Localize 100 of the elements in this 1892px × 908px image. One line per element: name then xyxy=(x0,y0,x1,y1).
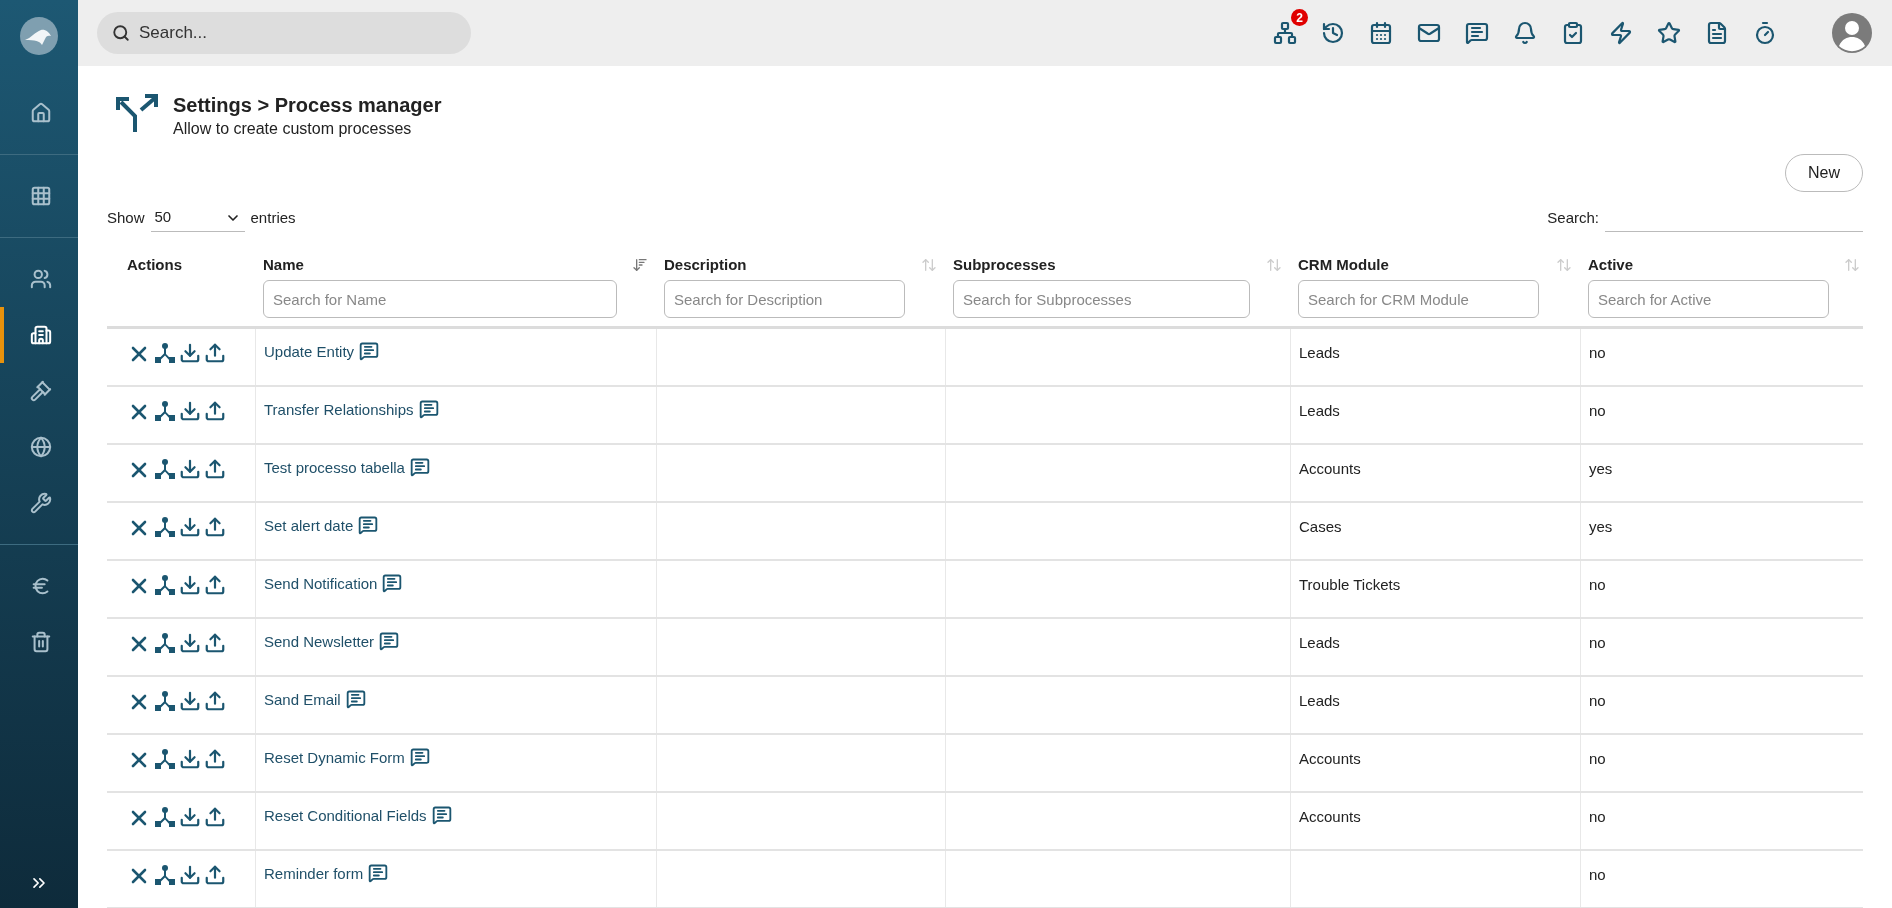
comment-icon[interactable] xyxy=(409,747,430,767)
process-name-link[interactable]: Sand Email xyxy=(264,689,341,712)
column-filter-field[interactable]: Search for Active xyxy=(1588,280,1829,318)
table-cell: Leads xyxy=(1299,402,1340,419)
table-cell: no xyxy=(1589,402,1606,419)
column-header[interactable]: Active xyxy=(1588,253,1634,277)
download-icon[interactable] xyxy=(179,632,201,654)
comment-icon[interactable] xyxy=(359,341,380,361)
globe-icon xyxy=(30,436,52,458)
process-name-link[interactable]: Reset Conditional Fields xyxy=(264,805,427,828)
branch-icon[interactable] xyxy=(154,342,176,364)
stopwatch-icon[interactable] xyxy=(1753,21,1777,45)
search-field[interactable]: Search... xyxy=(97,12,471,54)
column-filter-field[interactable]: Search for Name xyxy=(263,280,617,318)
download-icon[interactable] xyxy=(179,864,201,886)
process-name-link[interactable]: Send Notification xyxy=(264,573,378,596)
table-cell: Accounts xyxy=(1299,460,1361,477)
upload-icon[interactable] xyxy=(204,516,226,538)
wrench-icon xyxy=(30,492,52,514)
table-cell: no xyxy=(1589,866,1606,883)
comment-icon[interactable] xyxy=(382,573,403,593)
download-icon[interactable] xyxy=(179,748,201,770)
column-filter-field[interactable]: Search for CRM Module xyxy=(1298,280,1539,318)
upload-icon[interactable] xyxy=(204,690,226,712)
comment-icon[interactable] xyxy=(431,805,452,825)
process-name-link[interactable]: Test processo tabella xyxy=(264,457,405,480)
column-filter-field[interactable]: Search for Description xyxy=(664,280,905,318)
entries-label: entries xyxy=(250,207,296,228)
column-header: Actions xyxy=(127,254,182,275)
comment-icon[interactable] xyxy=(379,631,400,651)
table-cell: no xyxy=(1589,634,1606,651)
lightning-icon[interactable] xyxy=(1609,21,1633,45)
download-icon[interactable] xyxy=(179,516,201,538)
upload-icon[interactable] xyxy=(204,748,226,770)
table-cell: Leads xyxy=(1299,692,1340,709)
table-cell: no xyxy=(1589,750,1606,767)
process-name-link[interactable]: Send Newsletter xyxy=(264,631,375,654)
upload-icon[interactable] xyxy=(204,400,226,422)
process-name-link[interactable]: Transfer Relationships xyxy=(264,399,414,422)
column-filter-field[interactable]: Search for Subprocesses xyxy=(953,280,1250,318)
process-name-link[interactable]: Update Entity xyxy=(264,341,355,364)
download-icon[interactable] xyxy=(179,806,201,828)
table-cell: Accounts xyxy=(1299,808,1361,825)
comment-icon[interactable] xyxy=(409,457,430,477)
column-header[interactable]: Name xyxy=(263,253,304,277)
bell-icon[interactable] xyxy=(1513,21,1537,45)
table-cell: Leads xyxy=(1299,634,1340,651)
table-cell: Leads xyxy=(1299,344,1340,361)
comment-icon[interactable] xyxy=(418,399,439,419)
star-icon[interactable] xyxy=(1657,21,1681,45)
history-icon[interactable] xyxy=(1321,21,1345,45)
home-icon xyxy=(30,102,52,124)
branch-icon[interactable] xyxy=(154,516,176,538)
search-label: Search: xyxy=(1547,207,1599,228)
comment-icon[interactable] xyxy=(358,515,379,535)
calendar-icon[interactable] xyxy=(1369,21,1393,45)
clipboard-check-icon[interactable] xyxy=(1561,21,1585,45)
table-cell: no xyxy=(1589,576,1606,593)
branch-icon[interactable] xyxy=(154,458,176,480)
mail-icon[interactable] xyxy=(1417,21,1441,45)
branch-icon[interactable] xyxy=(154,748,176,770)
branch-icon[interactable] xyxy=(154,574,176,596)
process-name-link[interactable]: Set alert date xyxy=(264,515,354,538)
new-button[interactable]: New xyxy=(1785,154,1863,192)
table-cell: Cases xyxy=(1299,518,1342,535)
upload-icon[interactable] xyxy=(204,458,226,480)
chat-icon[interactable] xyxy=(1465,21,1489,45)
building-icon xyxy=(30,324,52,346)
download-icon[interactable] xyxy=(179,400,201,422)
process-name-link[interactable]: Reset Dynamic Form xyxy=(264,747,405,770)
column-header[interactable]: CRM Module xyxy=(1298,253,1389,277)
branch-icon[interactable] xyxy=(154,864,176,886)
hierarchy-icon[interactable] xyxy=(1273,21,1297,45)
document-icon[interactable] xyxy=(1705,21,1729,45)
page-subtitle: Allow to create custom processes xyxy=(173,119,413,139)
upload-icon[interactable] xyxy=(204,632,226,654)
upload-icon[interactable] xyxy=(204,342,226,364)
column-header[interactable]: Subprocesses xyxy=(953,253,1056,277)
page-title: Settings > Process manager xyxy=(173,93,442,118)
column-header[interactable]: Description xyxy=(664,253,747,277)
table-cell: no xyxy=(1589,692,1606,709)
sort-descending-icon[interactable] xyxy=(632,257,648,273)
branch-icon[interactable] xyxy=(154,400,176,422)
logo-icon[interactable] xyxy=(19,16,59,56)
upload-icon[interactable] xyxy=(204,864,226,886)
comment-icon[interactable] xyxy=(345,689,366,709)
process-name-link[interactable]: Reminder form xyxy=(264,863,364,886)
download-icon[interactable] xyxy=(179,690,201,712)
branch-icon[interactable] xyxy=(154,690,176,712)
table-cell: Trouble Tickets xyxy=(1299,576,1401,593)
branch-icon[interactable] xyxy=(154,632,176,654)
download-icon[interactable] xyxy=(179,458,201,480)
download-icon[interactable] xyxy=(179,342,201,364)
upload-icon[interactable] xyxy=(204,574,226,596)
avatar-icon[interactable] xyxy=(1832,13,1872,53)
comment-icon[interactable] xyxy=(368,863,389,883)
entries-select[interactable]: 50 xyxy=(150,204,245,232)
download-icon[interactable] xyxy=(179,574,201,596)
branch-icon[interactable] xyxy=(154,806,176,828)
upload-icon[interactable] xyxy=(204,806,226,828)
